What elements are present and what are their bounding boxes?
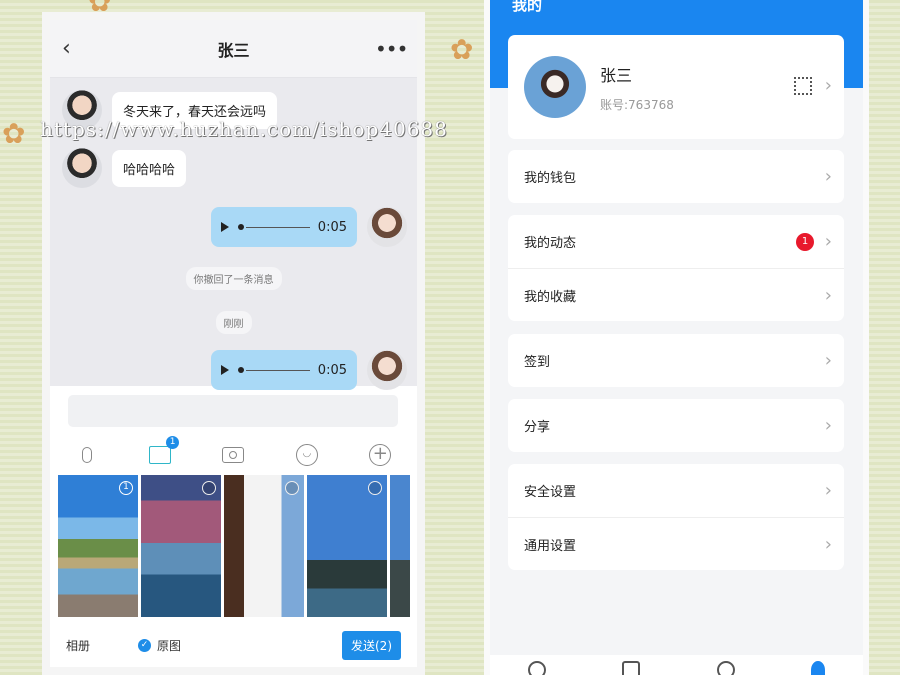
progress-track xyxy=(246,369,310,371)
tab-bar xyxy=(490,655,863,675)
photo-thumbnail[interactable] xyxy=(390,475,410,617)
message-row: 0:05 xyxy=(211,350,407,390)
chevron-right-icon: › xyxy=(824,75,832,96)
message-row: 哈哈哈哈 xyxy=(62,148,187,188)
more-dots-icon[interactable]: ••• xyxy=(375,37,408,61)
discover-icon[interactable] xyxy=(716,661,735,675)
photo-thumbnail[interactable] xyxy=(141,475,221,617)
menu-group: 安全设置 › 通用设置 › xyxy=(508,464,844,570)
emoji-face: ◡ xyxy=(295,444,318,466)
progress-track xyxy=(246,226,310,228)
select-circle[interactable] xyxy=(202,481,216,495)
page-title: 我的 xyxy=(512,0,543,14)
menu-item-checkin[interactable]: 签到 › xyxy=(508,334,844,387)
chevron-right-icon: › xyxy=(824,533,832,555)
check-icon[interactable]: ✓ xyxy=(138,638,152,652)
chevron-right-icon: › xyxy=(824,415,832,436)
menu-item-label: 分享 xyxy=(524,420,551,435)
flower-decoration: ✿ xyxy=(450,33,474,66)
album-button[interactable]: 相册 xyxy=(66,637,90,654)
menu-item-share[interactable]: 分享 › xyxy=(508,399,844,452)
image-count-badge: 1 xyxy=(166,436,180,449)
microphone-icon[interactable] xyxy=(74,442,100,468)
chat-title: 张三 xyxy=(217,40,250,60)
emoji-icon[interactable]: ◡ xyxy=(294,442,320,468)
chat-header: ‹ 张三 ••• xyxy=(50,20,417,78)
avatar[interactable] xyxy=(524,56,586,118)
menu-item-label: 我的收藏 xyxy=(524,289,577,305)
menu-group: 我的钱包 › xyxy=(508,150,844,203)
menu-group: 我的动态 1 › 我的收藏 › xyxy=(508,215,844,321)
play-icon[interactable] xyxy=(221,365,229,375)
chevron-right-icon: › xyxy=(824,284,832,306)
menu-item-wallet[interactable]: 我的钱包 › xyxy=(508,150,844,203)
image-frame xyxy=(149,446,172,464)
selected-indicator[interactable]: 1 xyxy=(119,481,133,495)
voice-message[interactable]: 0:05 xyxy=(211,350,357,390)
flower-decoration: ✿ xyxy=(2,117,26,150)
text-message[interactable]: 哈哈哈哈 xyxy=(112,149,187,187)
menu-item-label: 安全设置 xyxy=(524,485,577,500)
qr-code-icon[interactable] xyxy=(794,77,812,95)
chevron-left-icon[interactable]: ‹ xyxy=(62,36,92,61)
photo-picker[interactable]: 1 xyxy=(58,475,410,617)
avatar[interactable] xyxy=(62,148,102,188)
chat-screen: ‹ 张三 ••• 冬天来了，春天还会远吗 哈哈哈哈 0:05 你撤回了一条消息 … xyxy=(42,12,425,675)
original-toggle-label[interactable]: 原图 xyxy=(157,637,181,654)
image-icon[interactable]: 1 xyxy=(147,436,180,468)
menu-item-moments[interactable]: 我的动态 1 › xyxy=(508,215,844,268)
timestamp: 刚刚 xyxy=(215,311,252,334)
select-circle[interactable] xyxy=(285,481,299,495)
profile-info: 张三 账号:763768 xyxy=(600,62,674,113)
contacts-icon[interactable] xyxy=(622,661,641,675)
play-icon[interactable] xyxy=(221,222,229,232)
progress-dot xyxy=(238,224,244,230)
picker-bottom-bar: 相册 ✓ 原图 发送(2) xyxy=(50,625,417,665)
voice-duration: 0:05 xyxy=(317,362,347,378)
plus-icon[interactable]: + xyxy=(367,442,393,468)
message-input[interactable] xyxy=(68,395,398,427)
menu-item-label: 签到 xyxy=(524,355,551,370)
account-id: 账号:763768 xyxy=(600,97,674,112)
send-button[interactable]: 发送(2) xyxy=(342,630,401,660)
menu-item-security[interactable]: 安全设置 › xyxy=(508,464,844,517)
menu-item-label: 我的钱包 xyxy=(524,171,577,186)
photo-thumbnail[interactable]: 1 xyxy=(58,475,138,617)
me-icon[interactable] xyxy=(810,661,825,675)
system-tip: 你撤回了一条消息 xyxy=(185,267,282,290)
profile-screen: 我的 张三 账号:763768 › 我的钱包 › 我的动态 1 › 我的收藏 ›… xyxy=(484,0,869,675)
camera-icon[interactable] xyxy=(220,442,246,468)
progress-dot xyxy=(238,367,244,373)
chevron-right-icon: › xyxy=(824,166,832,187)
menu-group: 签到 › xyxy=(508,334,844,387)
watermark: https://www.huzhan.com/ishop40688 xyxy=(40,117,448,141)
menu-item-favorites[interactable]: 我的收藏 › xyxy=(508,268,844,321)
select-circle[interactable] xyxy=(368,481,382,495)
notification-badge: 1 xyxy=(796,232,814,251)
profile-card[interactable]: 张三 账号:763768 › xyxy=(508,35,844,139)
plus-circle: + xyxy=(369,444,392,466)
chat-icon[interactable] xyxy=(528,661,547,675)
menu-item-label: 通用设置 xyxy=(524,538,577,554)
avatar[interactable] xyxy=(367,207,407,247)
mic-body xyxy=(81,447,92,463)
photo-thumbnail[interactable] xyxy=(307,475,387,617)
input-toolbar: 1 ◡ + xyxy=(50,435,417,475)
menu-group: 分享 › xyxy=(508,399,844,452)
avatar[interactable] xyxy=(367,350,407,390)
message-row: 0:05 xyxy=(211,207,407,247)
menu-item-general[interactable]: 通用设置 › xyxy=(508,517,844,570)
chevron-right-icon: › xyxy=(824,480,832,501)
photo-thumbnail[interactable] xyxy=(224,475,304,617)
voice-message[interactable]: 0:05 xyxy=(211,207,357,247)
chevron-right-icon: › xyxy=(824,350,832,371)
chevron-right-icon: › xyxy=(824,231,832,252)
profile-name: 张三 xyxy=(600,65,633,85)
voice-duration: 0:05 xyxy=(317,219,347,235)
menu-item-label: 我的动态 xyxy=(524,236,577,251)
